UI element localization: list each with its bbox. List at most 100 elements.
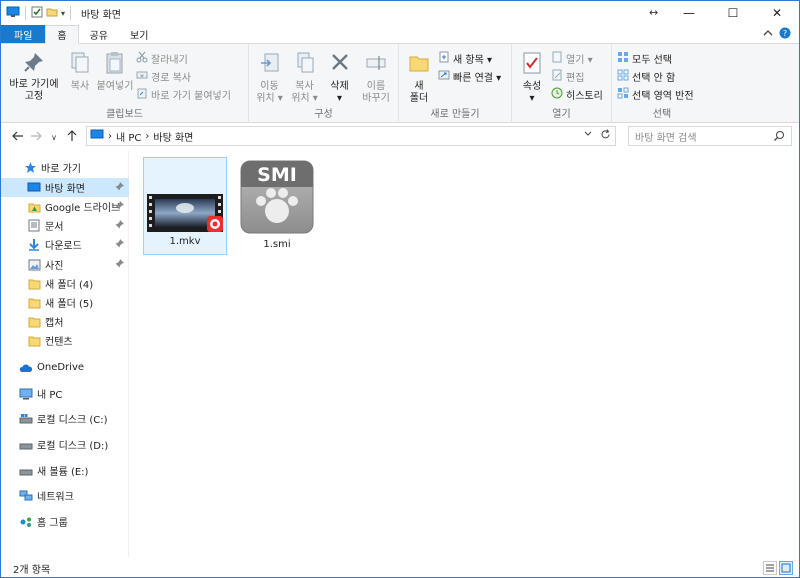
search-input[interactable]: 바탕 화면 검색: [628, 126, 792, 146]
rename-icon: [365, 51, 387, 78]
nav-onedrive[interactable]: OneDrive: [1, 358, 129, 377]
file-item-mkv[interactable]: 1.mkv: [143, 157, 227, 255]
help-icon[interactable]: ?: [779, 27, 791, 42]
folder-icon: [27, 296, 41, 310]
nav-this-pc[interactable]: 내 PC: [1, 384, 129, 403]
pin-label: 바로 가기에 고정: [9, 79, 59, 102]
nav-label: 문서: [45, 222, 64, 233]
qat-dropdown-icon[interactable]: ▾: [61, 9, 65, 18]
edit-label: 편집: [566, 73, 585, 84]
minimize-button[interactable]: —: [667, 1, 711, 25]
back-arrow-icon[interactable]: [9, 130, 27, 144]
organize-group-label: 구성: [314, 109, 333, 120]
status-bar: 2개 항목: [1, 559, 799, 577]
refresh-icon[interactable]: [600, 129, 611, 143]
pin-icon: [115, 220, 124, 232]
nav-label: 로컬 디스크 (C:): [37, 415, 108, 426]
large-icons-view-icon[interactable]: [779, 561, 793, 575]
properties-check-icon[interactable]: [31, 6, 43, 21]
details-view-icon[interactable]: [763, 561, 777, 575]
documents-icon: [27, 219, 41, 233]
nav-label: 네트워크: [37, 492, 74, 503]
tab-file[interactable]: 파일: [1, 25, 46, 43]
nav-homegroup[interactable]: 홈 그룹: [1, 512, 129, 531]
new-folder-qat-icon[interactable]: [46, 6, 58, 21]
nav-documents[interactable]: 문서: [1, 216, 129, 235]
ribbon: 바로 가기에 고정 복사 붙여넣기 잘라내기 w 경로 복사 바로 가기 붙여넣…: [1, 44, 799, 123]
delete-x-icon: [329, 51, 351, 78]
nav-new-folder-4[interactable]: 새 폴더 (4): [1, 274, 129, 293]
nav-label: 사진: [45, 261, 64, 272]
nav-label: 다운로드: [45, 241, 82, 252]
window-title: 바탕 화면: [81, 9, 121, 21]
paste-shortcut-button[interactable]: 바로 가기 붙여넣기: [136, 87, 231, 102]
nav-local-disk-d[interactable]: 로컬 디스크 (D:): [1, 435, 129, 454]
drive-icon: [19, 438, 33, 452]
quick-access-toolbar: ▾: [1, 6, 73, 21]
nav-local-disk-c[interactable]: 로컬 디스크 (C:): [1, 409, 129, 428]
edit-button[interactable]: 편집: [551, 69, 603, 84]
nav-label: OneDrive: [37, 362, 85, 373]
nav-label: 새 폴더 (4): [45, 280, 94, 291]
search-placeholder: 바탕 화면 검색: [635, 132, 697, 144]
edit-icon: [551, 69, 563, 84]
history-button[interactable]: 히스토리: [551, 87, 603, 102]
folder-icon: [27, 334, 41, 348]
recent-chevron-icon[interactable]: ∨: [45, 133, 63, 142]
properties-label: 속성 ▾: [522, 81, 542, 104]
copy-path-label: 경로 복사: [151, 73, 191, 84]
nav-new-volume-e[interactable]: 새 볼륨 (E:): [1, 461, 129, 480]
svg-text:?: ?: [783, 29, 787, 38]
network-icon: [19, 489, 33, 503]
nav-label: 컨텐츠: [45, 337, 73, 348]
open-button[interactable]: 열기 ▾: [551, 51, 603, 66]
nav-contents[interactable]: 컨텐츠: [1, 331, 129, 350]
copy-path-button[interactable]: w 경로 복사: [136, 69, 231, 84]
nav-new-folder-5[interactable]: 새 폴더 (5): [1, 293, 129, 312]
desktop-icon: [27, 181, 41, 195]
new-group: 새 폴더 새 항목 ▾ 빠른 연결 ▾ 새로 만들기: [399, 44, 512, 123]
new-item-button[interactable]: 새 항목 ▾: [438, 51, 501, 66]
close-button[interactable]: ✕: [755, 1, 799, 25]
tab-share[interactable]: 공유: [79, 25, 119, 43]
nav-desktop[interactable]: 바탕 화면: [1, 178, 129, 197]
windows-drive-icon: [19, 412, 33, 426]
computer-icon: [19, 387, 33, 401]
breadcrumb-my-pc[interactable]: 내 PC: [116, 129, 141, 144]
nav-quick-access[interactable]: 바로 가기: [1, 158, 129, 177]
cut-label: 잘라내기: [151, 55, 188, 66]
new-folder-label: 새 폴더: [409, 81, 429, 104]
tab-home[interactable]: 홈: [45, 25, 79, 44]
new-item-icon: [438, 51, 450, 66]
invert-selection-button[interactable]: 선택 영역 반전: [617, 87, 694, 102]
nav-downloads[interactable]: 다운로드: [1, 235, 129, 254]
properties-icon: [521, 51, 543, 78]
nav-network[interactable]: 네트워크: [1, 486, 129, 505]
file-item-smi[interactable]: SMI 1.smi: [235, 157, 319, 255]
nav-google-drive[interactable]: Google 드라이브: [1, 197, 129, 216]
file-name-smi: 1.smi: [263, 239, 291, 250]
search-icon[interactable]: [773, 130, 785, 145]
nav-capture[interactable]: 캡처: [1, 312, 129, 331]
invert-selection-label: 선택 영역 반전: [632, 91, 694, 102]
select-all-button[interactable]: 모두 선택: [617, 51, 694, 66]
copy-to-icon: [294, 51, 316, 78]
nav-pictures[interactable]: 사진: [1, 255, 129, 274]
address-bar[interactable]: › 내 PC › 바탕 화면: [86, 126, 616, 146]
breadcrumb-separator-icon: ›: [108, 130, 112, 142]
forward-arrow-icon[interactable]: [27, 130, 45, 144]
computer-icon: [6, 6, 20, 21]
address-dropdown-icon[interactable]: [584, 129, 592, 143]
ribbon-collapse-icon[interactable]: [763, 29, 773, 40]
address-row: ∨ › 내 PC › 바탕 화면 바탕 화면 검색: [1, 124, 799, 150]
up-arrow-icon[interactable]: [63, 129, 81, 145]
pin-icon: [115, 259, 124, 271]
easy-access-button[interactable]: 빠른 연결 ▾: [438, 69, 501, 84]
select-none-button[interactable]: 선택 안 함: [617, 69, 694, 84]
explorer-window: ▾ 바탕 화면 ↔ — ☐ ✕ 파일 홈 공유 보기 ? 바로 가기에 고정 복…: [0, 0, 800, 578]
select-group-label: 선택: [652, 109, 672, 120]
cut-button[interactable]: 잘라내기: [136, 51, 231, 66]
breadcrumb-desktop[interactable]: 바탕 화면: [153, 129, 193, 144]
maximize-button[interactable]: ☐: [711, 1, 755, 25]
tab-view[interactable]: 보기: [119, 25, 159, 43]
